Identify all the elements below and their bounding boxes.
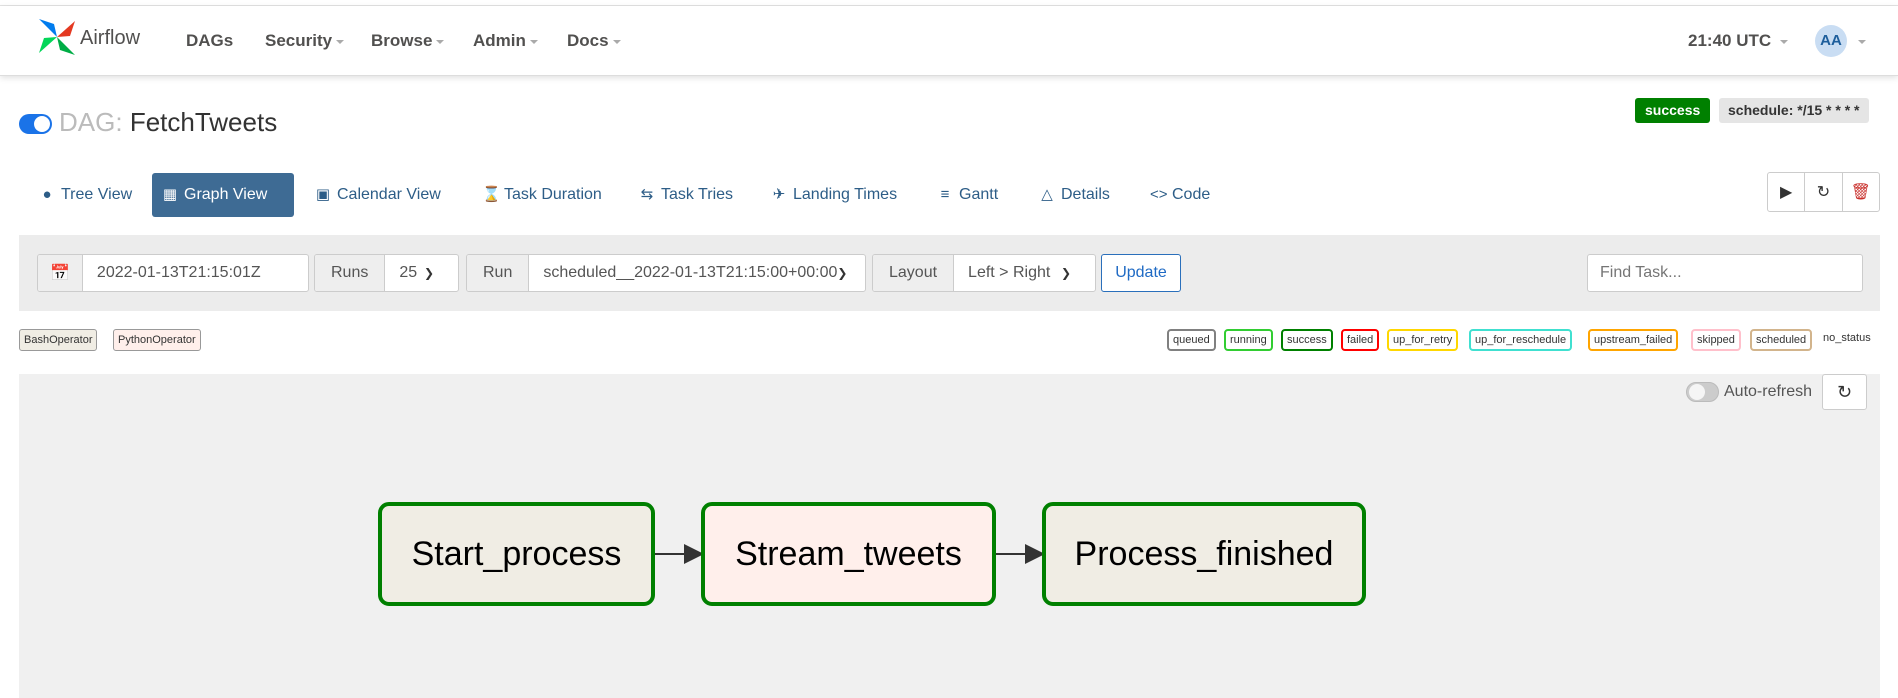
update-button[interactable]: Update (1101, 254, 1181, 292)
chevron-down-icon (1780, 39, 1789, 44)
base-date-input[interactable]: 2022-01-13T21:15:01Z (83, 255, 275, 291)
dag-name: FetchTweets (129, 107, 278, 137)
utc-clock[interactable]: 21:40 UTC (1688, 31, 1789, 51)
tab-tree-view[interactable]: ● Tree View (29, 173, 142, 217)
delete-dag-button[interactable]: 🗑 (1843, 173, 1879, 211)
base-date-picker[interactable]: 📅 2022-01-13T21:15:01Z (37, 254, 309, 292)
tab-calendar-view[interactable]: ▣ Calendar View (305, 173, 451, 217)
dag-status-badge: success (1635, 98, 1711, 123)
graph-icon: ▦ (162, 186, 178, 203)
chevron-down-icon (529, 39, 538, 44)
airflow-logo-icon[interactable] (36, 16, 78, 58)
state-legend-up-for-retry[interactable]: up_for_retry (1387, 329, 1459, 351)
landing-icon: ✈ (772, 186, 786, 203)
task-node-process-finished[interactable]: Process_finished (1042, 502, 1366, 606)
tree-icon: ● (42, 186, 52, 203)
trash-icon: 🗑 (1850, 184, 1871, 201)
tab-gantt[interactable]: ≡ Gantt (927, 173, 1008, 217)
state-legend-upstream-failed[interactable]: upstream_failed (1588, 329, 1679, 351)
run-select[interactable]: scheduled__2022-01-13T21:15:00+00:00 ❯ (529, 255, 865, 291)
layout-select[interactable]: Left > Right ❯ (954, 255, 1095, 291)
state-legend-failed[interactable]: failed (1341, 329, 1380, 351)
run-label: Run (467, 255, 530, 291)
nav-dags[interactable]: DAGs (186, 31, 233, 51)
hourglass-icon: ⌛ (482, 186, 501, 203)
state-legend-scheduled[interactable]: scheduled (1750, 329, 1813, 351)
refresh-dag-button[interactable]: ↻ (1805, 173, 1843, 211)
code-icon: <> (1150, 186, 1168, 203)
state-legend-skipped[interactable]: skipped (1691, 329, 1741, 351)
retry-icon: ⇆ (640, 186, 654, 203)
tab-details[interactable]: △ Details (1029, 173, 1120, 217)
graph-canvas[interactable]: Auto-refresh ↻ Start_process Stream_twee… (19, 374, 1880, 698)
chevron-down-icon (612, 39, 621, 44)
nav-security[interactable]: Security (265, 31, 345, 51)
gantt-icon: ≡ (940, 186, 950, 203)
state-legend-running[interactable]: running (1224, 329, 1273, 351)
operator-legend-python: PythonOperator (113, 329, 201, 351)
chevron-down-icon (336, 39, 345, 44)
app-name[interactable]: Airflow (80, 27, 140, 50)
tab-graph-view[interactable]: ▦ Graph View (152, 173, 294, 217)
graph-controls: 📅 2022-01-13T21:15:01Z Runs 25 ❯ Run sche… (19, 235, 1880, 311)
schedule-badge: schedule: */15 * * * * (1719, 98, 1869, 123)
state-legend-up-for-reschedule[interactable]: up_for_reschedule (1469, 329, 1573, 351)
layout-select-group: Layout Left > Right ❯ (872, 254, 1096, 292)
play-icon: ▶ (1780, 184, 1793, 201)
task-node-start-process[interactable]: Start_process (378, 502, 655, 606)
runs-label: Runs (315, 255, 386, 291)
layout-label: Layout (873, 255, 955, 291)
warning-icon: △ (1041, 186, 1053, 203)
runs-select-group: Runs 25 ❯ (314, 254, 459, 292)
navbar: Airflow DAGs Security Browse Admin Docs … (0, 6, 1898, 76)
dag-pause-toggle[interactable] (19, 114, 52, 134)
tab-landing-times[interactable]: ✈ Landing Times (761, 173, 907, 217)
nav-admin[interactable]: Admin (473, 31, 538, 51)
page-title: DAG: FetchTweets (59, 107, 277, 138)
task-node-stream-tweets[interactable]: Stream_tweets (701, 502, 996, 606)
tab-task-tries[interactable]: ⇆ Task Tries (629, 173, 743, 217)
refresh-icon: ↻ (1816, 184, 1831, 201)
calendar-icon: ▣ (315, 186, 331, 203)
state-legend-queued[interactable]: queued (1167, 329, 1216, 351)
state-legend-success[interactable]: success (1281, 329, 1333, 351)
nav-browse[interactable]: Browse (371, 31, 445, 51)
nav-docs[interactable]: Docs (567, 31, 621, 51)
dag-label: DAG: (59, 107, 123, 137)
tab-code[interactable]: <> Code (1140, 173, 1220, 217)
calendar-icon[interactable]: 📅 (38, 255, 83, 291)
trigger-dag-button[interactable]: ▶ (1768, 173, 1806, 211)
chevron-down-icon: ❯ (423, 266, 434, 280)
run-select-group: Run scheduled__2022-01-13T21:15:00+00:00… (466, 254, 866, 292)
user-avatar[interactable]: AA (1815, 25, 1847, 57)
chevron-down-icon[interactable] (1858, 40, 1866, 44)
state-legend-no-status[interactable]: no_status (1823, 332, 1871, 344)
chevron-down-icon: ❯ (1060, 266, 1071, 280)
find-task-input[interactable] (1587, 254, 1863, 292)
chevron-down-icon: ❯ (837, 266, 848, 280)
chevron-down-icon (436, 39, 445, 44)
dag-actions: ▶ ↻ 🗑 (1767, 172, 1880, 212)
runs-select[interactable]: 25 ❯ (385, 255, 458, 291)
tab-task-duration[interactable]: ⌛ Task Duration (472, 173, 612, 217)
operator-legend-bash: BashOperator (19, 329, 98, 351)
